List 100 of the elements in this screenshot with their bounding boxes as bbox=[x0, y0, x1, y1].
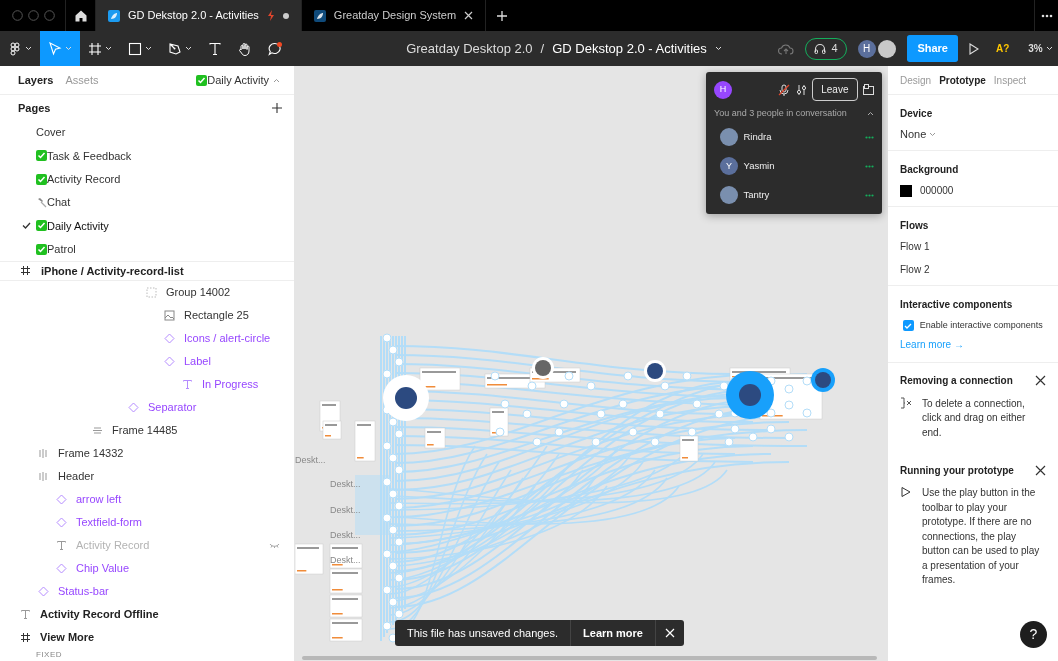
leave-button[interactable]: Leave bbox=[812, 78, 858, 101]
flow-item[interactable]: Flow 2 bbox=[900, 262, 930, 277]
section-title: Interactive components bbox=[900, 297, 1014, 312]
layer-item[interactable]: Group 14002 bbox=[0, 280, 294, 304]
section-title: Pages bbox=[18, 100, 51, 116]
figma-logo-icon bbox=[8, 41, 22, 56]
avatar-placeholder bbox=[720, 128, 738, 147]
avatar-placeholder[interactable] bbox=[878, 39, 897, 58]
layer-item[interactable]: Icons / alert-circle bbox=[0, 326, 294, 350]
sliders-icon[interactable] bbox=[795, 83, 807, 96]
learn-more-button[interactable]: Learn more bbox=[570, 620, 656, 646]
close-icon bbox=[1035, 375, 1046, 386]
page-item[interactable]: Patrol bbox=[0, 237, 294, 261]
caret-icon bbox=[25, 46, 32, 51]
hash-icon bbox=[20, 631, 31, 643]
layer-item[interactable]: In Progress bbox=[0, 372, 294, 396]
add-page-icon[interactable] bbox=[272, 103, 282, 113]
checkbox-label: Enable interactive components bbox=[919, 318, 1043, 332]
page-item[interactable]: Daily Activity bbox=[0, 214, 294, 238]
layer-item[interactable]: View More bbox=[0, 625, 294, 649]
disconnect-icon bbox=[900, 396, 912, 409]
tip-title: Running your prototype bbox=[900, 463, 1014, 478]
collapse-icon[interactable] bbox=[867, 110, 874, 116]
diamond-icon bbox=[56, 493, 67, 505]
avatar[interactable]: H bbox=[857, 39, 876, 58]
hash-icon bbox=[20, 265, 31, 277]
caret-icon bbox=[145, 46, 152, 51]
layer-item[interactable]: Header bbox=[0, 464, 294, 488]
diamond-icon bbox=[56, 516, 67, 528]
panel-tab[interactable]: Layers bbox=[18, 71, 54, 89]
more-icon[interactable] bbox=[1040, 13, 1053, 18]
file-name[interactable]: GD Dekstop 2.0 - Activities bbox=[552, 38, 707, 59]
caret-icon bbox=[65, 46, 72, 51]
zoom-button[interactable]: 3% bbox=[1028, 41, 1053, 56]
caret-icon bbox=[273, 77, 280, 83]
speaking-dots-icon bbox=[865, 193, 874, 197]
missing-fonts-button[interactable]: A? bbox=[995, 41, 1010, 56]
layer-item[interactable]: Textfield-form bbox=[0, 510, 294, 534]
color-swatch[interactable] bbox=[900, 184, 912, 197]
layer-item[interactable]: Frame 14485 bbox=[0, 418, 294, 442]
page-item[interactable]: Chat bbox=[0, 190, 294, 215]
home-icon[interactable] bbox=[74, 9, 87, 22]
panel-tab[interactable]: Prototype bbox=[939, 72, 986, 88]
layer-item[interactable]: arrow left bbox=[0, 487, 294, 511]
layer-item[interactable]: Activity Record Offline bbox=[0, 602, 294, 626]
check-emoji-icon bbox=[36, 150, 47, 162]
play-icon bbox=[900, 486, 912, 498]
check-emoji-icon bbox=[36, 220, 47, 232]
section-title: Device bbox=[900, 106, 934, 121]
text-icon bbox=[20, 608, 31, 620]
cloud-upload-icon bbox=[778, 42, 794, 55]
page-selector[interactable]: Daily Activity bbox=[196, 71, 280, 89]
checkbox[interactable] bbox=[902, 320, 914, 331]
layer-item[interactable]: iPhone / Activity-record-list bbox=[0, 260, 294, 281]
diamond-icon bbox=[56, 562, 67, 574]
checkmark-icon bbox=[22, 222, 31, 230]
page-item[interactable]: Cover bbox=[0, 121, 294, 145]
pen-icon bbox=[168, 41, 182, 56]
text-icon bbox=[208, 41, 222, 56]
device-dropdown[interactable]: None bbox=[900, 126, 937, 143]
section-title: Flows bbox=[900, 218, 930, 233]
mute-button[interactable] bbox=[778, 83, 791, 96]
close-button[interactable] bbox=[1035, 375, 1046, 386]
participant-name: Tantry bbox=[743, 188, 771, 203]
flow-item[interactable]: Flow 1 bbox=[900, 239, 930, 254]
diamond-icon bbox=[38, 585, 49, 597]
check-emoji-icon bbox=[36, 243, 47, 255]
caret-icon bbox=[929, 132, 937, 137]
project-name[interactable]: Greatday Desktop 2.0 bbox=[406, 38, 533, 59]
layer-item[interactable]: Frame 14332 bbox=[0, 441, 294, 465]
frame-label: Deskt... bbox=[330, 478, 361, 491]
layer-item[interactable]: Chip Value bbox=[0, 556, 294, 580]
popout-icon[interactable] bbox=[863, 84, 874, 95]
close-icon bbox=[1035, 464, 1046, 476]
layer-item[interactable]: Rectangle 25 bbox=[0, 303, 294, 327]
page-item[interactable]: Activity Record bbox=[0, 167, 294, 191]
check-emoji-icon bbox=[196, 74, 208, 86]
present-button[interactable] bbox=[968, 42, 979, 55]
color-value[interactable]: 000000 bbox=[920, 183, 954, 198]
page-item[interactable]: Task & Feedback bbox=[0, 144, 294, 168]
layer-item[interactable]: Separator bbox=[0, 395, 294, 419]
layer-item[interactable]: Label bbox=[0, 349, 294, 373]
caret-icon bbox=[105, 46, 112, 51]
participant-name: Rindra bbox=[743, 130, 773, 145]
text-icon bbox=[182, 378, 193, 390]
section-title: Background bbox=[900, 162, 960, 177]
breadcrumb-separator: / bbox=[540, 39, 545, 58]
group-icon bbox=[146, 286, 157, 298]
frame-label: Deskt... bbox=[295, 454, 326, 467]
file-tab[interactable]: GD Dekstop 2.0 - Activities bbox=[96, 0, 302, 31]
toast-message: This file has unsaved changes. bbox=[406, 625, 560, 641]
diamond-icon bbox=[164, 332, 175, 344]
close-button[interactable] bbox=[1035, 464, 1046, 476]
hammer-icon bbox=[36, 197, 47, 209]
text-icon bbox=[56, 539, 67, 551]
layer-item[interactable]: Status-bar bbox=[0, 579, 294, 603]
avatar[interactable]: H bbox=[714, 80, 732, 99]
horizontal-scrollbar[interactable] bbox=[302, 656, 877, 660]
plus-icon[interactable] bbox=[497, 10, 508, 21]
avatar-placeholder bbox=[720, 186, 738, 205]
